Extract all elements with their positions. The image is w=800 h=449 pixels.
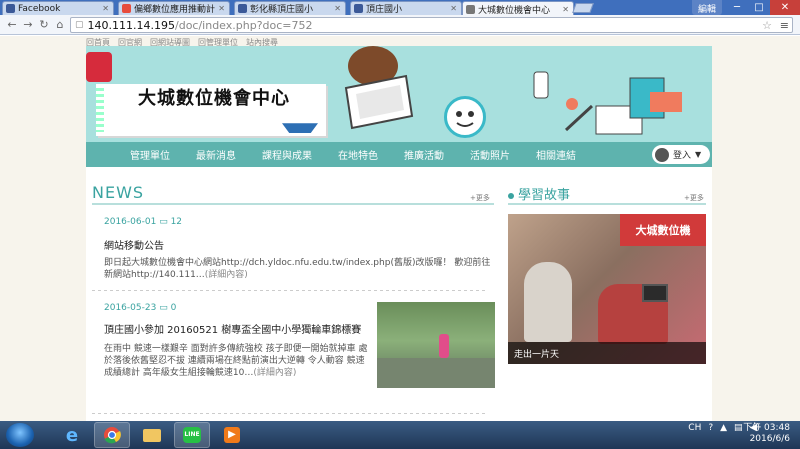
bookmark-star-icon[interactable]: ☆	[762, 19, 772, 32]
detail-link[interactable]: (詳細內容)	[205, 270, 248, 280]
story-sign: 大城數位機	[620, 214, 706, 246]
nav-news[interactable]: 最新消息	[196, 147, 236, 162]
nav-links[interactable]: 相關連結	[536, 147, 576, 162]
news-divider	[92, 290, 488, 291]
close-icon[interactable]: ✕	[218, 4, 225, 13]
site-banner: 大城數位機會中心	[86, 46, 712, 142]
browser-tab-strip: Facebook ✕ 偏鄉數位應用推動計 ✕ 彰化縣頂庄國小 ✕ 頂庄國小 ✕ …	[0, 0, 800, 16]
close-window-icon[interactable]: ✕	[770, 0, 800, 15]
books-graphic	[533, 71, 682, 135]
news-underline	[92, 203, 494, 205]
site-icon	[122, 4, 131, 13]
nav-management[interactable]: 管理單位	[130, 147, 170, 162]
detail-link[interactable]: (詳細內容)	[253, 368, 296, 378]
news-meta: 2016-05-23 ▭ 0	[104, 303, 177, 313]
web-page: 回首頁 回官網 回網站導圖 回管理單位 站內搜尋 大城數位機會中心 管理單位 最…	[0, 36, 800, 421]
system-clock[interactable]: 下午 03:48 2016/6/6	[743, 423, 790, 445]
tab-digital-plan[interactable]: 偏鄉數位應用推動計 ✕	[118, 1, 230, 15]
address-bar[interactable]: ▢ 140.111.14.195 /doc/index.php?doc=752 …	[70, 17, 793, 33]
file-explorer-icon[interactable]	[134, 422, 170, 448]
news-heading: NEWS	[92, 183, 145, 202]
maximize-icon[interactable]: □	[748, 0, 770, 15]
forward-icon[interactable]: →	[20, 18, 36, 31]
chrome-icon[interactable]	[94, 422, 130, 448]
tab-dacheng[interactable]: 大城數位機會中心 ✕	[462, 1, 574, 16]
news-excerpt: 即日起大城數位機會中心網站http://dch.yldoc.nfu.edu.tw…	[104, 258, 491, 280]
avatar	[655, 147, 669, 162]
close-icon[interactable]: ✕	[450, 4, 457, 13]
tab-facebook[interactable]: Facebook ✕	[2, 1, 114, 15]
page-icon: ▢	[75, 20, 84, 30]
tab-dingzhuang[interactable]: 頂庄國小 ✕	[350, 1, 462, 15]
site-icon	[466, 4, 475, 14]
story-underline	[508, 203, 706, 205]
facebook-icon	[6, 4, 15, 13]
comment-icon: ▭	[159, 217, 171, 227]
screen: Facebook ✕ 偏鄉數位應用推動計 ✕ 彰化縣頂庄國小 ✕ 頂庄國小 ✕ …	[0, 0, 800, 449]
puzzle-piece-graphic	[86, 52, 112, 82]
menu-icon[interactable]: ≡	[780, 19, 789, 32]
story-caption: 走出一片天	[508, 342, 706, 364]
tab-dingzhuang-fb[interactable]: 彰化縣頂庄國小 ✕	[234, 1, 346, 15]
news-divider	[92, 413, 488, 414]
notification-chevron-icon[interactable]: ▲	[720, 423, 727, 433]
login-button[interactable]: 登入 ▼	[652, 145, 710, 164]
network-icon[interactable]: ▤	[734, 423, 743, 433]
site-title[interactable]: 大城數位機會中心	[138, 84, 290, 110]
close-icon[interactable]: ✕	[562, 5, 569, 14]
line-icon[interactable]: LINE	[174, 422, 210, 448]
news-title[interactable]: 網站移動公告	[104, 237, 164, 252]
lang-indicator[interactable]: CH	[688, 423, 701, 433]
home-icon[interactable]: ⌂	[52, 18, 68, 31]
robot-graphic	[444, 96, 486, 138]
start-button[interactable]	[6, 423, 34, 447]
ie-icon[interactable]: e	[54, 422, 90, 448]
news-excerpt: 在雨中 競速一樣艱辛 面對許多傳統強校 孩子即便一開始就掉車 處於落後依舊堅忍不…	[104, 344, 368, 378]
laptop-graphic	[344, 74, 414, 130]
browser-toolbar: ← → ↻ ⌂ ▢ 140.111.14.195 /doc/index.php?…	[0, 15, 800, 35]
news-title[interactable]: 頂庄國小參加 20160521 樹專盃全國中小學獨輪車錦標賽	[104, 321, 374, 336]
reload-icon[interactable]: ↻	[36, 18, 52, 31]
back-icon[interactable]: ←	[4, 18, 20, 31]
story-more-link[interactable]: +更多	[684, 193, 704, 203]
facebook-icon	[238, 4, 247, 13]
news-more-link[interactable]: +更多	[470, 193, 490, 203]
nav-photos[interactable]: 活動照片	[470, 147, 510, 162]
new-tab-button[interactable]	[572, 3, 594, 13]
chevron-down-icon: ▼	[695, 150, 702, 159]
comment-icon: ▭	[159, 303, 171, 313]
nav-courses[interactable]: 課程與成果	[262, 147, 312, 162]
nav-local[interactable]: 在地特色	[338, 147, 378, 162]
story-image[interactable]: 大城數位機 走出一片天	[508, 214, 706, 364]
story-heading: 學習故事	[508, 184, 570, 203]
profile-button[interactable]: 編輯	[691, 0, 722, 15]
main-nav: 管理單位 最新消息 課程與成果 在地特色 推廣活動 活動照片 相關連結 登入 ▼	[86, 142, 712, 167]
news-thumbnail[interactable]	[377, 302, 495, 388]
close-icon[interactable]: ✕	[102, 4, 109, 13]
help-icon[interactable]: ?	[708, 423, 713, 433]
main-content: NEWS +更多 2016-06-01 ▭ 12 網站移動公告 即日起大城數位機…	[86, 167, 712, 421]
news-meta: 2016-06-01 ▭ 12	[104, 217, 183, 227]
minimize-icon[interactable]: ─	[726, 0, 748, 15]
nav-events[interactable]: 推廣活動	[404, 147, 444, 162]
window-controls: 編輯 ─ □ ✕	[691, 0, 800, 15]
close-icon[interactable]: ✕	[334, 4, 341, 13]
media-player-icon[interactable]: ▶	[214, 422, 250, 448]
windows-taskbar: e LINE ▶ CH ? ▲ ▤ ◀) 下午 03:48 2016/6/6	[0, 421, 800, 449]
facebook-icon	[354, 4, 363, 13]
